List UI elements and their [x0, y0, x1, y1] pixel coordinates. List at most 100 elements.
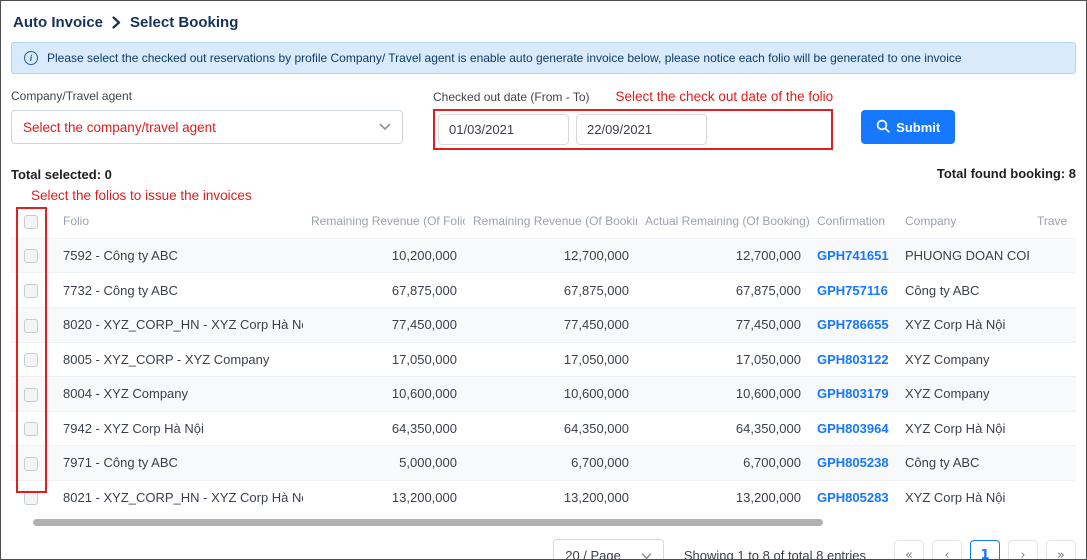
actual-remaining-booking-cell: 6,700,000: [637, 446, 809, 481]
company-cell: Công ty ABC: [897, 273, 1029, 308]
current-page-button[interactable]: 1: [970, 540, 1000, 560]
breadcrumb-page: Select Booking: [130, 14, 238, 31]
select-all-cell: [11, 204, 55, 238]
table-row[interactable]: 7732 - Công ty ABC 67,875,000 67,875,000…: [11, 273, 1076, 308]
row-checkbox[interactable]: [24, 353, 38, 367]
prev-page-button[interactable]: ‹: [932, 540, 962, 560]
confirmation-link[interactable]: GPH805283: [817, 490, 889, 505]
travel-agent-cell: [1029, 307, 1076, 342]
chevron-down-icon: [379, 118, 391, 136]
folio-cell: 7732 - Công ty ABC: [55, 273, 303, 308]
pagination: « ‹ 1 › »: [894, 540, 1076, 560]
row-checkbox[interactable]: [24, 457, 38, 471]
submit-button-label: Submit: [896, 120, 940, 135]
table-row[interactable]: 7592 - Công ty ABC 10,200,000 12,700,000…: [11, 238, 1076, 273]
folio-cell: 7592 - Công ty ABC: [55, 238, 303, 273]
folio-cell: 8004 - XYZ Company: [55, 377, 303, 412]
last-page-button[interactable]: »: [1046, 540, 1076, 560]
remaining-revenue-folio-cell: 77,450,000: [303, 307, 465, 342]
search-icon: [876, 119, 890, 136]
company-select[interactable]: Select the company/travel agent: [11, 110, 403, 144]
confirmation-link[interactable]: GPH803964: [817, 421, 889, 436]
confirmation-cell: GPH786655: [809, 307, 897, 342]
travel-agent-cell: [1029, 377, 1076, 412]
actual-remaining-booking-cell: 12,700,000: [637, 238, 809, 273]
confirmation-link[interactable]: GPH805238: [817, 455, 889, 470]
confirmation-link[interactable]: GPH786655: [817, 317, 889, 332]
table-row[interactable]: 8021 - XYZ_CORP_HN - XYZ Corp Hà Nội 13,…: [11, 480, 1076, 514]
row-checkbox-cell: [11, 446, 55, 481]
confirmation-cell: GPH741651: [809, 238, 897, 273]
select-all-checkbox[interactable]: [24, 215, 38, 229]
remaining-revenue-folio-cell: 67,875,000: [303, 273, 465, 308]
total-found-label: Total found booking: 8: [937, 166, 1076, 181]
column-header-company: Company: [897, 204, 1029, 238]
dates-annotation: Select the check out date of the folio: [616, 89, 834, 104]
horizontal-scrollbar-thumb[interactable]: [33, 519, 823, 526]
remaining-revenue-booking-cell: 10,600,000: [465, 377, 637, 412]
first-page-button[interactable]: «: [894, 540, 924, 560]
table-row[interactable]: 8005 - XYZ_CORP - XYZ Company 17,050,000…: [11, 342, 1076, 377]
company-cell: Công ty ABC: [897, 446, 1029, 481]
remaining-revenue-folio-cell: 10,600,000: [303, 377, 465, 412]
travel-agent-cell: [1029, 238, 1076, 273]
row-checkbox-cell: [11, 377, 55, 412]
remaining-revenue-booking-cell: 64,350,000: [465, 411, 637, 446]
travel-agent-cell: [1029, 446, 1076, 481]
summary-row: Total selected: 0 Select the folios to i…: [11, 166, 1076, 203]
table-footer: 20 / Page Showing 1 to 8 of total 8 entr…: [11, 539, 1076, 560]
confirmation-cell: GPH805238: [809, 446, 897, 481]
column-header-actual-remaining-booking: Actual Remaining (Of Booking): [637, 204, 809, 238]
row-checkbox-cell: [11, 307, 55, 342]
info-banner: i Please select the checked out reservat…: [11, 42, 1076, 74]
confirmation-cell: GPH805283: [809, 480, 897, 514]
confirmation-link[interactable]: GPH803179: [817, 386, 889, 401]
page-size-select[interactable]: 20 / Page: [553, 539, 664, 560]
row-checkbox[interactable]: [24, 422, 38, 436]
dates-field-label: Checked out date (From - To): [433, 90, 590, 104]
remaining-revenue-booking-cell: 6,700,000: [465, 446, 637, 481]
actual-remaining-booking-cell: 64,350,000: [637, 411, 809, 446]
row-checkbox[interactable]: [24, 388, 38, 402]
auto-invoice-page: Auto Invoice Select Booking i Please sel…: [0, 0, 1087, 560]
confirmation-cell: GPH757116: [809, 273, 897, 308]
remaining-revenue-folio-cell: 64,350,000: [303, 411, 465, 446]
table-row[interactable]: 8020 - XYZ_CORP_HN - XYZ Corp Hà Nội 77,…: [11, 307, 1076, 342]
actual-remaining-booking-cell: 77,450,000: [637, 307, 809, 342]
travel-agent-cell: [1029, 342, 1076, 377]
company-cell: XYZ Corp Hà Nội: [897, 307, 1029, 342]
breadcrumb-chevron-icon: [112, 16, 121, 29]
company-cell: XYZ Corp Hà Nội: [897, 411, 1029, 446]
table-row[interactable]: 7971 - Công ty ABC 5,000,000 6,700,000 6…: [11, 446, 1076, 481]
dates-annotation-box: [433, 109, 833, 150]
date-from-input[interactable]: [438, 114, 569, 145]
submit-button[interactable]: Submit: [861, 110, 955, 144]
travel-agent-cell: [1029, 273, 1076, 308]
table-row[interactable]: 7942 - XYZ Corp Hà Nội 64,350,000 64,350…: [11, 411, 1076, 446]
dates-field-block: Checked out date (From - To) Select the …: [433, 89, 833, 150]
confirmation-link[interactable]: GPH757116: [817, 283, 888, 298]
summary-left: Total selected: 0 Select the folios to i…: [11, 166, 252, 203]
date-to-input[interactable]: [576, 114, 707, 145]
company-select-placeholder: Select the company/travel agent: [23, 120, 216, 135]
column-header-confirmation: Confirmation: [809, 204, 897, 238]
folio-cell: 8020 - XYZ_CORP_HN - XYZ Corp Hà Nội: [55, 307, 303, 342]
booking-table-head: Folio Remaining Revenue (Of Folio) Remai…: [11, 204, 1076, 238]
column-header-remaining-revenue-booking: Remaining Revenue (Of Booking): [465, 204, 637, 238]
next-page-button[interactable]: ›: [1008, 540, 1038, 560]
column-header-travel-agent: Trave: [1029, 204, 1076, 238]
row-checkbox-cell: [11, 480, 55, 514]
table-row[interactable]: 8004 - XYZ Company 10,600,000 10,600,000…: [11, 377, 1076, 412]
confirmation-link[interactable]: GPH803122: [817, 352, 889, 367]
company-cell: XYZ Corp Hà Nội: [897, 480, 1029, 514]
confirmation-link[interactable]: GPH741651: [817, 248, 889, 263]
row-checkbox-cell: [11, 273, 55, 308]
breadcrumb-section[interactable]: Auto Invoice: [13, 14, 103, 31]
row-checkbox[interactable]: [24, 284, 38, 298]
company-cell: XYZ Company: [897, 342, 1029, 377]
row-checkbox[interactable]: [24, 319, 38, 333]
breadcrumb: Auto Invoice Select Booking: [11, 11, 1076, 42]
row-checkbox[interactable]: [24, 249, 38, 263]
row-checkbox[interactable]: [24, 491, 38, 505]
remaining-revenue-booking-cell: 17,050,000: [465, 342, 637, 377]
